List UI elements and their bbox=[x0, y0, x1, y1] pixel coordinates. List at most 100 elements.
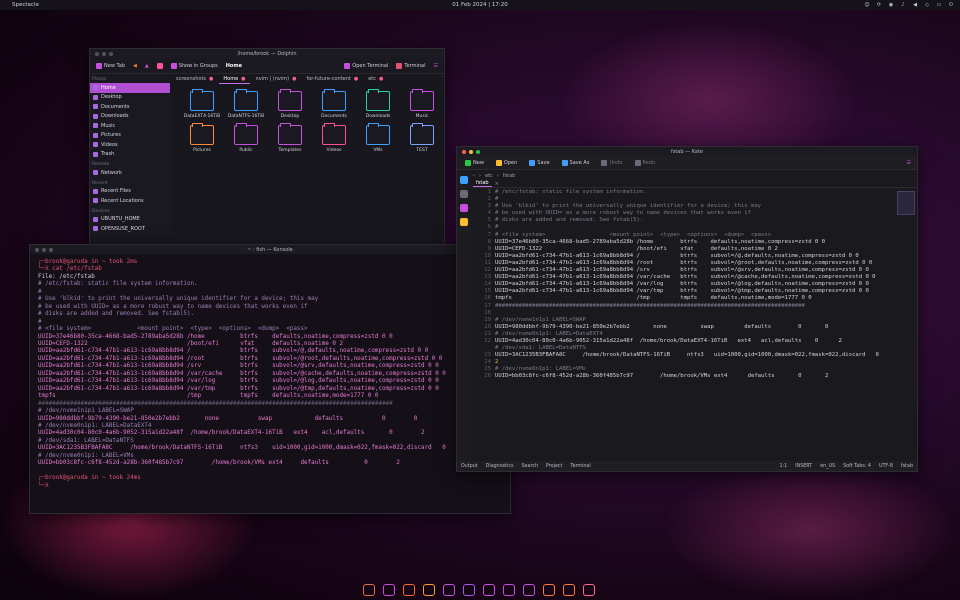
undo-button[interactable]: Undo bbox=[599, 159, 624, 167]
sidebar-item-recent-locations[interactable]: Recent Locations bbox=[90, 196, 170, 206]
terminal-tab[interactable]: Terminal bbox=[570, 464, 590, 469]
dictionary[interactable]: en_US bbox=[820, 464, 835, 469]
close-icon[interactable]: ● bbox=[241, 76, 245, 82]
location-home[interactable]: Home bbox=[224, 62, 244, 70]
output-tab[interactable]: Output bbox=[461, 464, 478, 469]
konsole-titlebar[interactable]: ~ : fish — Konsole bbox=[30, 245, 510, 254]
sidebar-item-recent-files[interactable]: Recent Files bbox=[90, 187, 170, 197]
volume-icon[interactable]: ◀ bbox=[912, 2, 918, 8]
file-item[interactable]: Videos bbox=[312, 123, 356, 153]
power-icon[interactable]: ⏻ bbox=[948, 2, 954, 8]
breadcrumb-item[interactable]: etc bbox=[485, 173, 493, 179]
cursor-position[interactable]: 1:1 bbox=[779, 464, 787, 469]
open-button[interactable]: Open bbox=[494, 159, 519, 167]
sidebar-item-network[interactable]: Network bbox=[90, 168, 170, 178]
encoding[interactable]: UTF-8 bbox=[879, 464, 893, 469]
view-grid-button[interactable] bbox=[155, 62, 165, 70]
clock[interactable]: 01 Feb 2024 | 17:20 bbox=[440, 2, 520, 8]
new-button[interactable]: New bbox=[463, 159, 486, 167]
user-icon[interactable]: ☺ bbox=[864, 2, 870, 8]
tab-for-future-content[interactable]: for-future-content ● bbox=[302, 75, 362, 83]
settings-icon[interactable] bbox=[483, 584, 495, 596]
file-item[interactable]: Public bbox=[224, 123, 268, 153]
breadcrumb-item[interactable]: fstab bbox=[503, 173, 516, 179]
network-icon[interactable]: ◇ bbox=[924, 2, 930, 8]
menu-icon[interactable]: ☰ bbox=[907, 160, 911, 166]
tab-etc[interactable]: etc ● bbox=[364, 75, 387, 83]
new-tab-button[interactable]: New Tab bbox=[94, 62, 127, 70]
file-item[interactable]: DataNTFS-16TiB bbox=[224, 89, 268, 119]
sidebar-item-documents[interactable]: Documents bbox=[90, 102, 170, 112]
sidebar-item-downloads[interactable]: Downloads bbox=[90, 112, 170, 122]
kate-titlebar[interactable]: fstab — Kate bbox=[457, 147, 917, 156]
show-in-groups-button[interactable]: Show in Groups bbox=[169, 62, 220, 70]
sidebar-item-opensuse-root[interactable]: OPENSUSE_ROOT bbox=[90, 224, 170, 234]
sidebar-item-videos[interactable]: Videos bbox=[90, 140, 170, 150]
close-icon[interactable]: × bbox=[495, 181, 499, 187]
back-icon[interactable]: ‹ bbox=[473, 173, 475, 179]
file-item[interactable]: DataEXT4-16TiB bbox=[180, 89, 224, 119]
file-item[interactable]: Documents bbox=[312, 89, 356, 119]
forward-icon[interactable]: › bbox=[479, 173, 481, 179]
system-monitor-icon[interactable] bbox=[443, 584, 455, 596]
file-item[interactable]: VMs bbox=[356, 123, 400, 153]
file-item[interactable]: Downloads bbox=[356, 89, 400, 119]
notes-icon[interactable] bbox=[563, 584, 575, 596]
files-icon[interactable] bbox=[423, 584, 435, 596]
battery-icon[interactable]: ▭ bbox=[936, 2, 942, 8]
up-button[interactable]: ▲ bbox=[143, 62, 151, 70]
code-editor[interactable]: 1 2 3 4 5 6 7 8 9 10 11 12 13 14 15 16 1… bbox=[473, 189, 895, 459]
vpn-icon[interactable]: ◉ bbox=[888, 2, 894, 8]
indent-setting[interactable]: Soft Tabs: 4 bbox=[843, 464, 871, 469]
tab-home[interactable]: Home ● bbox=[219, 75, 250, 84]
file-item[interactable]: TEST bbox=[400, 123, 444, 153]
update-icon[interactable]: ⟳ bbox=[876, 2, 882, 8]
documents-panel-icon[interactable] bbox=[460, 176, 468, 184]
minimap[interactable] bbox=[897, 191, 915, 215]
sidebar-item-desktop[interactable]: Desktop bbox=[90, 93, 170, 103]
save-as-button[interactable]: Save As bbox=[560, 159, 592, 167]
sidebar-item-home[interactable]: Home bbox=[90, 83, 170, 93]
search-tab[interactable]: Search bbox=[522, 464, 538, 469]
garuda-icon[interactable] bbox=[363, 584, 375, 596]
hamburger-menu-button[interactable]: ☰ bbox=[432, 62, 440, 70]
file-type[interactable]: fstab bbox=[901, 464, 913, 469]
bell-icon[interactable]: ♪ bbox=[900, 2, 906, 8]
sidebar-item-music[interactable]: Music bbox=[90, 121, 170, 131]
editor-text[interactable]: # /etc/fstab: static file system informa… bbox=[495, 189, 879, 459]
skype-icon[interactable] bbox=[463, 584, 475, 596]
tools-icon[interactable] bbox=[583, 584, 595, 596]
project-panel-icon[interactable] bbox=[460, 190, 468, 198]
save-button[interactable]: Save bbox=[527, 159, 551, 167]
close-icon[interactable]: ● bbox=[354, 76, 358, 82]
terminal-icon[interactable] bbox=[383, 584, 395, 596]
diagnostics-tab[interactable]: Diagnostics bbox=[486, 464, 514, 469]
close-icon[interactable]: ● bbox=[292, 76, 296, 82]
terminal-button[interactable]: Terminal bbox=[394, 62, 427, 70]
firefox-icon[interactable] bbox=[403, 584, 415, 596]
kate-icon[interactable] bbox=[543, 584, 555, 596]
terminal-output[interactable]: ┌─brook@garuda in ~ took 2ms └─λ cat /etc… bbox=[30, 254, 510, 495]
dolphin-titlebar[interactable]: /home/brook — Dolphin bbox=[90, 49, 444, 58]
back-button[interactable]: ◀ bbox=[131, 62, 139, 70]
close-icon[interactable]: ● bbox=[209, 76, 213, 82]
music-icon[interactable] bbox=[523, 584, 535, 596]
close-icon[interactable]: ● bbox=[379, 76, 383, 82]
file-item[interactable]: Music bbox=[400, 89, 444, 119]
sidebar-item-pictures[interactable]: Pictures bbox=[90, 131, 170, 141]
sidebar-item-trash[interactable]: Trash bbox=[90, 150, 170, 160]
tab-screenshots[interactable]: screenshots ● bbox=[172, 75, 217, 83]
git-panel-icon[interactable] bbox=[460, 204, 468, 212]
store-icon[interactable] bbox=[503, 584, 515, 596]
file-item[interactable]: Desktop bbox=[268, 89, 312, 119]
file-item[interactable]: Templates bbox=[268, 123, 312, 153]
input-mode[interactable]: INSERT bbox=[795, 464, 812, 469]
redo-button[interactable]: Redo bbox=[633, 159, 658, 167]
tab-nvim-nvim[interactable]: nvim | (nvim) ● bbox=[252, 75, 301, 83]
open-terminal-button[interactable]: Open Terminal bbox=[342, 62, 390, 70]
tab-fstab[interactable]: fstab bbox=[473, 180, 492, 187]
sidebar-item-ubuntu-home[interactable]: UBUNTU_HOME bbox=[90, 215, 170, 225]
project-tab[interactable]: Project bbox=[546, 464, 562, 469]
lsp-panel-icon[interactable] bbox=[460, 218, 468, 226]
file-item[interactable]: Pictures bbox=[180, 123, 224, 153]
